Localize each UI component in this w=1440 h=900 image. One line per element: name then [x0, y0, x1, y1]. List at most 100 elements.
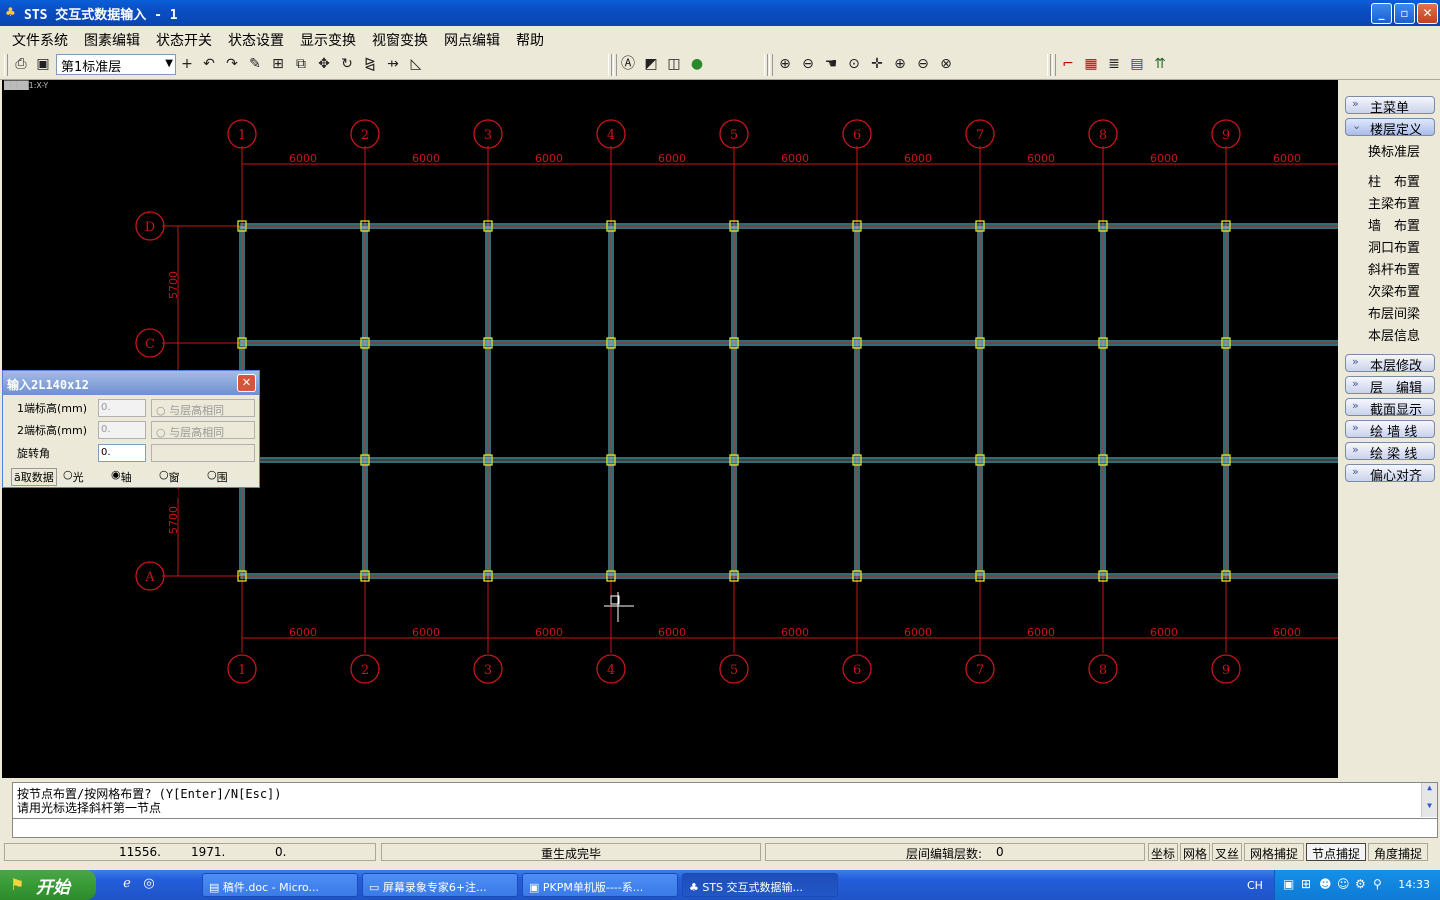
submenu-opening-layout[interactable]: 洞口布置	[1368, 237, 1432, 256]
tray-app-icon[interactable]: ▣	[1283, 877, 1294, 891]
radio-fence[interactable]: ○ 围栏:	[207, 468, 231, 500]
radio-cursor[interactable]: ○ 光标:	[63, 468, 87, 500]
toolbar-grip[interactable]	[769, 54, 773, 76]
end2-same-as-floor-option[interactable]: ○ 与层高相同	[151, 421, 255, 439]
layer-select[interactable]: 第1标准层 ▼	[56, 54, 176, 75]
menu-help[interactable]: 帮助	[516, 30, 544, 50]
undo-icon[interactable]: ↶	[199, 54, 219, 74]
draw-wall-line-button[interactable]: » 绘 墙 线	[1345, 420, 1435, 440]
draw-beam-line-button[interactable]: » 绘 梁 线	[1345, 442, 1435, 462]
pen-icon[interactable]: ✎	[245, 54, 265, 74]
offset-icon[interactable]: ⇸	[383, 54, 403, 74]
submenu-switch-standard-floor[interactable]: 换标准层	[1368, 141, 1432, 160]
mirror-icon[interactable]: ⧎	[360, 54, 380, 74]
menu-file-system[interactable]: 文件系统	[12, 30, 68, 50]
command-input[interactable]	[13, 818, 1437, 838]
floor-modify-button[interactable]: » 本层修改	[1345, 354, 1435, 374]
zoom-out-icon[interactable]: ⊖	[798, 54, 818, 74]
menu-grid-edit[interactable]: 网点编辑	[444, 30, 500, 50]
table-icon[interactable]: ▤	[1127, 54, 1147, 74]
submenu-main-beam-layout[interactable]: 主梁布置	[1368, 193, 1432, 212]
menu-display-transform[interactable]: 显示变换	[300, 30, 356, 50]
ime-indicator[interactable]: CH	[1247, 879, 1263, 892]
rotation-angle-input[interactable]: 0.	[98, 444, 146, 462]
toggle-grid-snap[interactable]: 网格捕捉	[1244, 843, 1304, 861]
toggle-node-snap[interactable]: 节点捕捉	[1306, 843, 1366, 861]
wireframe-icon[interactable]: ◫	[664, 54, 684, 74]
submenu-secondary-beam-layout[interactable]: 次梁布置	[1368, 281, 1432, 300]
radio-axis[interactable]: ◉ 轴线:	[111, 468, 135, 500]
render-icon[interactable]: ●	[687, 54, 707, 74]
menu-view-transform[interactable]: 视窗变换	[372, 30, 428, 50]
copy-icon[interactable]: ⧉	[291, 54, 311, 74]
toggle-angle-snap[interactable]: 角度捕捉	[1368, 843, 1428, 861]
task-pkpm[interactable]: ▣ PKPM单机版----系...	[522, 873, 678, 897]
rebar-icon[interactable]: ▦	[1081, 54, 1101, 74]
crosshair-icon[interactable]: +	[177, 54, 197, 74]
dialog-close-button[interactable]: ✕	[237, 374, 256, 392]
eccentric-align-button[interactable]: » 偏心对齐	[1345, 464, 1435, 484]
move-icon[interactable]: ✥	[314, 54, 334, 74]
measure-icon[interactable]: ◺	[406, 54, 426, 74]
toolbar-grip[interactable]	[1047, 54, 1051, 76]
toggle-coordinate[interactable]: 坐标	[1148, 843, 1178, 861]
toggle-crosshair[interactable]: 叉丝	[1212, 843, 1242, 861]
redo-icon[interactable]: ↷	[222, 54, 242, 74]
column-layout-icon[interactable]: ⌐	[1058, 54, 1078, 74]
main-menu-button[interactable]: » 主菜单	[1345, 96, 1435, 116]
zoom-dynamic-icon[interactable]: ⊙	[844, 54, 864, 74]
rotate-icon[interactable]: ↻	[337, 54, 357, 74]
task-screen-recorder[interactable]: ▭ 屏幕录象专家6+注...	[362, 873, 518, 897]
pan-cross-icon[interactable]: ✛	[867, 54, 887, 74]
chevron-down-icon[interactable]: ▼	[165, 58, 173, 69]
toolbar-grip[interactable]	[1052, 54, 1056, 76]
menu-state-settings[interactable]: 状态设置	[228, 30, 284, 50]
end1-elevation-input[interactable]: 0.	[98, 399, 146, 417]
toolbar-grip[interactable]	[608, 54, 612, 76]
submenu-floor-info[interactable]: 本层信息	[1368, 325, 1432, 344]
tray-qq-icon[interactable]: ☻	[1319, 877, 1332, 891]
browser-icon[interactable]: ◎	[140, 876, 158, 894]
print-icon[interactable]: ⎙	[11, 54, 31, 74]
toolbar-grip[interactable]	[613, 54, 617, 76]
save-icon[interactable]: ▣	[33, 54, 53, 74]
submenu-interlayer-beam[interactable]: 布层间梁	[1368, 303, 1432, 322]
zoom-all-icon[interactable]: ⊗	[936, 54, 956, 74]
minimize-button[interactable]: _	[1371, 3, 1392, 24]
toggle-grid[interactable]: 网格	[1180, 843, 1210, 861]
maximize-button[interactable]: ▫	[1394, 3, 1415, 24]
zoom-in-icon[interactable]: ⊕	[890, 54, 910, 74]
zoom-window-icon[interactable]: ⊕	[775, 54, 795, 74]
end2-elevation-input[interactable]: 0.	[98, 421, 146, 439]
tray-tool-icon[interactable]: ⚙	[1355, 877, 1366, 891]
menu-element-edit[interactable]: 图素编辑	[84, 30, 140, 50]
radio-window[interactable]: ○ 窗口:	[159, 468, 183, 500]
task-word-doc[interactable]: ▤ 稿件.doc - Micro...	[202, 873, 358, 897]
section-display-button[interactable]: » 截面显示	[1345, 398, 1435, 418]
command-scrollbar[interactable]: ▲ ▼	[1421, 783, 1437, 817]
check-icon[interactable]: ⇈	[1150, 54, 1170, 74]
tray-signal-icon[interactable]: ⚲	[1373, 877, 1382, 891]
toolbar-grip[interactable]	[764, 54, 768, 76]
app-icon: ♣	[5, 5, 16, 19]
end1-same-as-floor-option[interactable]: ○ 与层高相同	[151, 399, 255, 417]
floor-definition-button[interactable]: ⌄ 楼层定义	[1345, 118, 1435, 138]
submenu-column-layout[interactable]: 柱 布置	[1368, 171, 1432, 190]
toolbar-grip[interactable]	[4, 54, 8, 76]
start-button[interactable]: ⚑ 开始	[0, 870, 96, 900]
close-button[interactable]: ✕	[1417, 3, 1438, 24]
submenu-brace-layout[interactable]: 斜杆布置	[1368, 259, 1432, 278]
task-sts[interactable]: ♣ STS 交互式数据输...	[682, 873, 838, 897]
grid-icon[interactable]: ⊞	[268, 54, 288, 74]
ie-icon[interactable]: ℯ	[118, 876, 136, 894]
pan-icon[interactable]: ☚	[821, 54, 841, 74]
zoom-minus-icon[interactable]: ⊖	[913, 54, 933, 74]
tray-users-icon[interactable]: ☺	[1337, 877, 1350, 891]
tray-network-icon[interactable]: ⊞	[1301, 877, 1311, 891]
annotation-icon[interactable]: Ⓐ	[618, 54, 638, 74]
list-icon[interactable]: ≣	[1104, 54, 1124, 74]
3d-box-icon[interactable]: ◩	[641, 54, 661, 74]
submenu-wall-layout[interactable]: 墙 布置	[1368, 215, 1432, 234]
menu-state-switch[interactable]: 状态开关	[156, 30, 212, 50]
layer-edit-button[interactable]: » 层 编辑	[1345, 376, 1435, 396]
